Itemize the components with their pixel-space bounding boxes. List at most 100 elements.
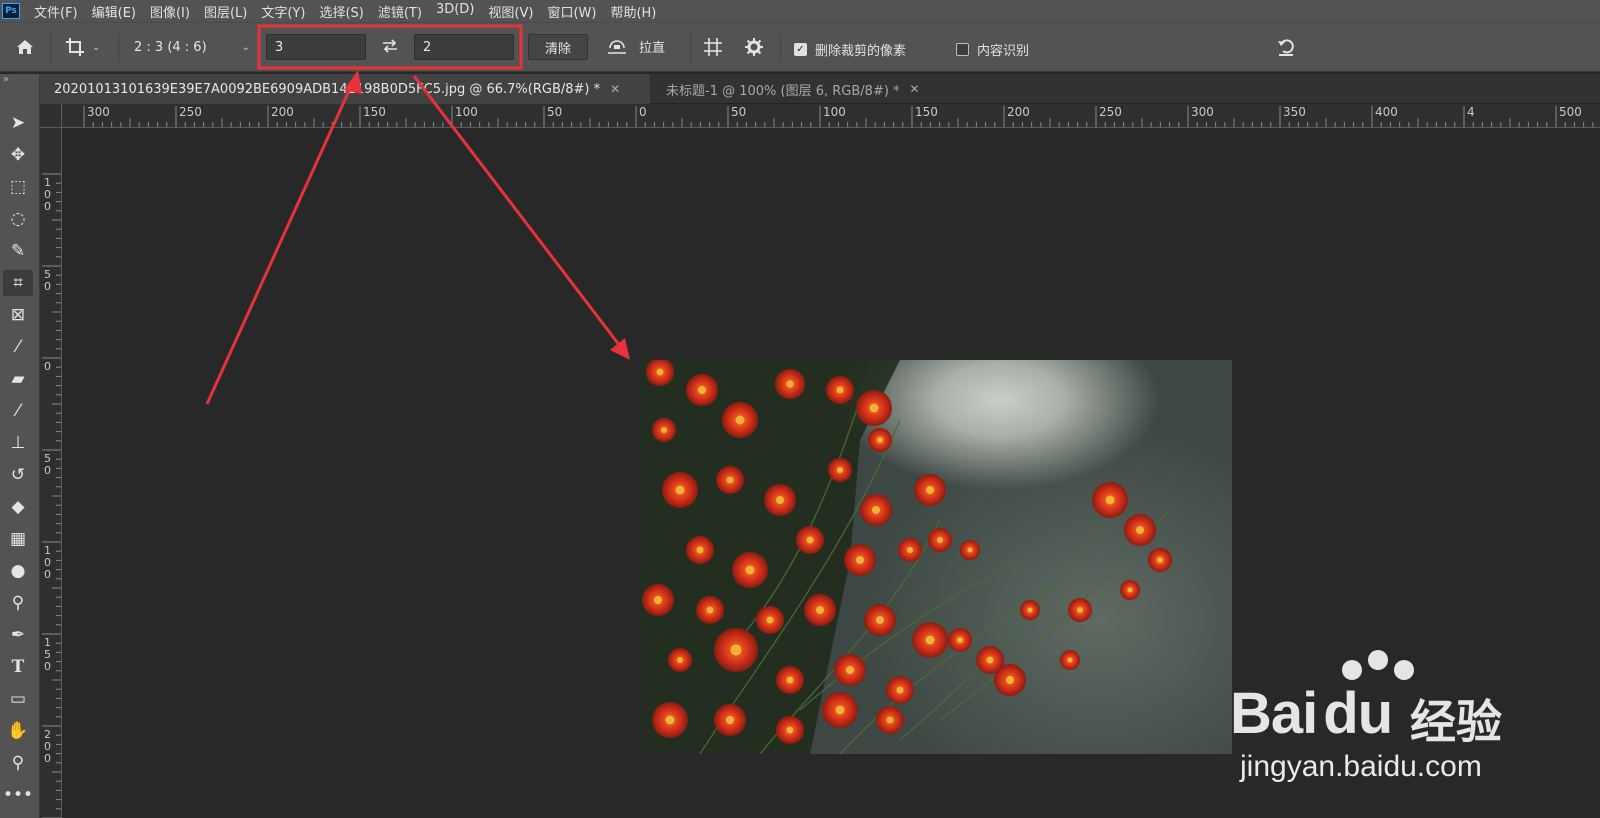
delete-cropped-pixels-option[interactable]: ✓ 删除裁剪的像素 <box>794 40 906 59</box>
crop-icon[interactable]: ⌗ <box>3 270 33 296</box>
flower-center <box>726 716 734 724</box>
ruler-label: 400 <box>1375 105 1398 119</box>
stamp-icon[interactable]: ⊥ <box>3 430 33 456</box>
vertical-ruler-ticks: 10050050100150200 <box>42 173 61 818</box>
menu-image[interactable]: 图像(I) <box>150 2 190 21</box>
menu-edit[interactable]: 编辑(E) <box>92 2 136 21</box>
flower-center <box>926 486 934 494</box>
horizontal-ruler[interactable]: 300 250 200 150 100 50 0 50 100 150 200 250 300 350 40… <box>62 104 1600 128</box>
content-aware-checkbox[interactable] <box>956 43 969 56</box>
collapse-icon[interactable]: » <box>3 74 9 85</box>
flower-center <box>745 565 755 575</box>
marquee-icon[interactable]: ⬚ <box>3 174 33 200</box>
tools-panel: » ➤ ✥ ⬚ ◌ ✎ ⌗ ⊠ ⁄ ▰ ⁄ ⊥ ↺ ◆ ▦ ● ⚲ ✒ T ▭ … <box>0 74 40 818</box>
swap-button[interactable] <box>380 36 400 60</box>
zoom-icon[interactable]: ⚲ <box>3 750 33 776</box>
gradient-icon[interactable]: ▦ <box>3 526 33 552</box>
hand-icon[interactable]: ✋ <box>3 718 33 744</box>
eraser-icon[interactable]: ◆ <box>3 494 33 520</box>
baidu-wordmark-part2: du <box>1323 681 1393 746</box>
menu-type[interactable]: 文字(Y) <box>261 2 305 21</box>
flower-photo <box>640 360 1172 754</box>
width-ratio-input[interactable]: 3 <box>266 34 366 60</box>
document-tab-title: 未标题-1 @ 100% (图层 6, RGB/8#) * <box>666 83 900 99</box>
menu-select[interactable]: 选择(S) <box>319 2 363 21</box>
more-tools-icon[interactable]: ••• <box>3 782 33 808</box>
pen-icon[interactable]: ✒ <box>3 622 33 648</box>
menu-file[interactable]: 文件(F) <box>34 2 78 21</box>
flower-center <box>896 686 904 694</box>
ruler-label: 100 <box>455 105 478 119</box>
close-icon[interactable]: ✕ <box>910 82 920 96</box>
ruler-label: 0 <box>44 464 51 477</box>
content-aware-option[interactable]: 内容识别 <box>956 40 1029 59</box>
crop-icon <box>66 38 84 56</box>
document-tab-inactive[interactable]: 未标题-1 @ 100% (图层 6, RGB/8#) * ✕ <box>652 74 952 104</box>
ratio-preset-select[interactable]: 2 : 3 (4 : 6) ⌄ <box>126 34 256 60</box>
flower-center <box>1157 557 1163 563</box>
reset-button[interactable] <box>1275 37 1297 61</box>
flower-center <box>1136 526 1144 534</box>
vertical-ruler[interactable]: 10050050100150200 <box>40 128 62 818</box>
flower-center <box>730 644 742 656</box>
flower-center <box>886 716 894 724</box>
quick-select-icon[interactable]: ✎ <box>3 238 33 264</box>
ruler-label: 150 <box>915 105 938 119</box>
menu-window[interactable]: 窗口(W) <box>547 2 596 21</box>
flower-center <box>786 676 794 684</box>
flower-center <box>877 437 883 443</box>
blur-icon[interactable]: ● <box>3 558 33 584</box>
straighten-button[interactable]: 拉直 <box>605 36 665 56</box>
lasso-icon[interactable]: ◌ <box>3 206 33 232</box>
ruler-label: 50 <box>547 105 562 119</box>
menu-3d[interactable]: 3D(D) <box>436 2 474 21</box>
content-aware-label: 内容识别 <box>977 44 1030 59</box>
swap-arrows-icon <box>383 39 397 53</box>
flower-center <box>837 467 843 473</box>
ruler-label: 0 <box>44 752 51 765</box>
overlay-grid-button[interactable] <box>702 36 724 62</box>
brush-icon[interactable]: ⁄ <box>3 398 33 424</box>
rectangle-icon[interactable]: ▭ <box>3 686 33 712</box>
healing-brush-icon[interactable]: ▰ <box>3 366 33 392</box>
flower-center <box>816 606 824 614</box>
reset-icon <box>1278 39 1294 56</box>
delete-cropped-checkbox[interactable]: ✓ <box>794 43 807 56</box>
chevron-down-icon: ⌄ <box>92 41 101 53</box>
flower-center <box>675 485 685 495</box>
menu-view[interactable]: 视图(V) <box>488 2 533 21</box>
crop-settings-button[interactable] <box>744 37 764 61</box>
document-tab-bar: 20201013101639E39E7A0092BE6909ADB142198B… <box>40 74 1600 104</box>
horizontal-ruler-ticks: 300 250 200 150 100 50 0 50 100 150 200 250 300 350 40… <box>83 105 1594 127</box>
menu-filter[interactable]: 滤镜(T) <box>378 2 422 21</box>
crop-preset-picker[interactable]: ⌄ <box>64 36 100 58</box>
ruler-label: 0 <box>44 200 51 213</box>
menu-layer[interactable]: 图层(L) <box>204 2 247 21</box>
height-ratio-input[interactable]: 2 <box>414 34 514 60</box>
straighten-icon <box>608 40 626 54</box>
document-tab-title: 20201013101639E39E7A0092BE6909ADB142198B… <box>54 81 601 97</box>
type-icon[interactable]: T <box>3 654 33 680</box>
home-button[interactable] <box>14 36 36 62</box>
document-image[interactable] <box>640 360 1232 754</box>
menu-help[interactable]: 帮助(H) <box>610 2 656 21</box>
frame-icon[interactable]: ⊠ <box>3 302 33 328</box>
flower-center <box>967 547 973 553</box>
flower-center <box>835 705 845 715</box>
artboard-move-icon[interactable]: ✥ <box>3 142 33 168</box>
dodge-icon[interactable]: ⚲ <box>3 590 33 616</box>
flower-center <box>656 368 664 376</box>
flower-center <box>876 616 884 624</box>
ruler-label: 200 <box>271 105 294 119</box>
menu-list: 文件(F) 编辑(E) 图像(I) 图层(L) 文字(Y) 选择(S) 滤镜(T… <box>34 2 670 21</box>
clear-button[interactable]: 清除 <box>528 34 588 60</box>
home-icon <box>17 40 33 54</box>
flower-center <box>869 403 879 413</box>
close-icon[interactable]: ✕ <box>610 82 620 96</box>
document-tab-active[interactable]: 20201013101639E39E7A0092BE6909ADB142198B… <box>40 74 650 104</box>
flower-center <box>677 657 683 663</box>
history-brush-icon[interactable]: ↺ <box>3 462 33 488</box>
eyedropper-icon[interactable]: ⁄ <box>3 334 33 360</box>
flower-center <box>766 616 774 624</box>
move-tool-icon[interactable]: ➤ <box>3 110 33 136</box>
